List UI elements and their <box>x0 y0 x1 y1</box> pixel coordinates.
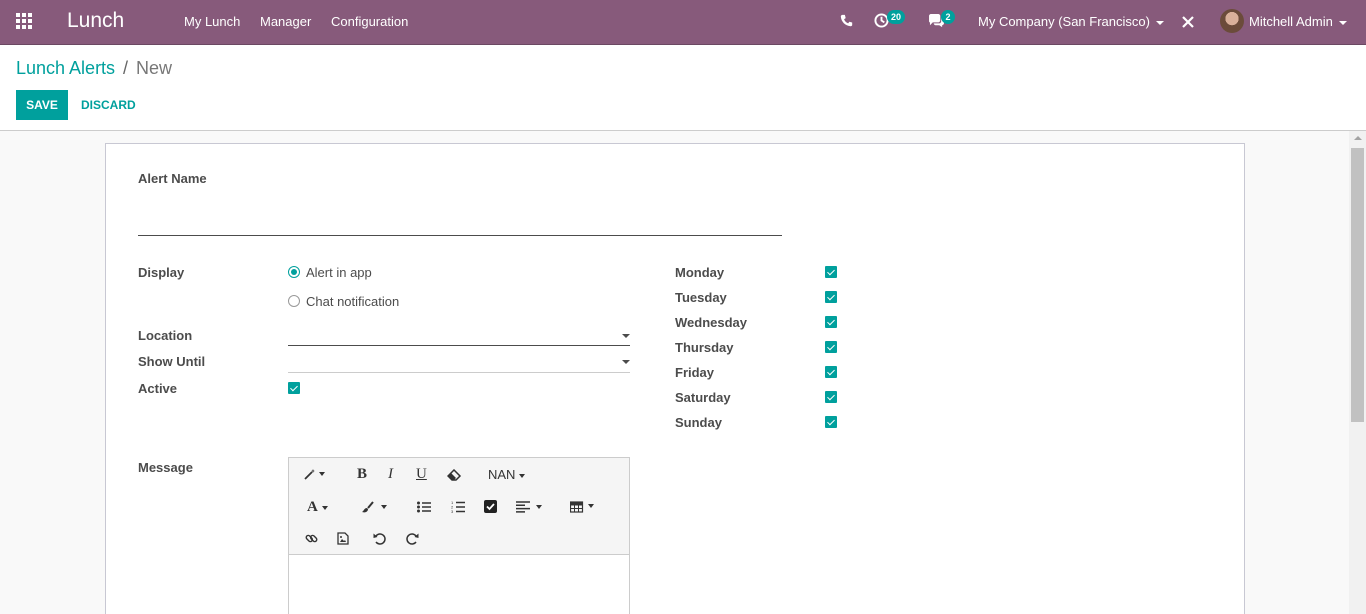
monday-checkbox[interactable] <box>825 266 837 278</box>
radio-alert-in-app[interactable] <box>288 266 300 278</box>
location-label: Location <box>138 328 193 343</box>
show-until-underline <box>288 372 630 373</box>
paint-brush-dropdown[interactable] <box>361 501 389 513</box>
day-label-tuesday: Tuesday <box>675 290 727 305</box>
chevron-down-icon[interactable] <box>622 360 630 364</box>
breadcrumb-current: New <box>136 58 173 78</box>
chevron-down-icon <box>321 505 328 510</box>
top-navbar: Lunch My Lunch Manager Configuration 20 … <box>0 0 1366 45</box>
day-label-sunday: Sunday <box>675 415 722 430</box>
radio-chat-notification-label[interactable]: Chat notification <box>306 294 399 309</box>
chevron-down-icon <box>1155 20 1164 25</box>
magic-wand-dropdown[interactable] <box>304 468 326 480</box>
menu-manager[interactable]: Manager <box>260 14 311 29</box>
avatar[interactable] <box>1220 9 1244 33</box>
breadcrumb-parent[interactable]: Lunch Alerts <box>16 58 115 79</box>
italic-button[interactable]: I <box>388 466 393 483</box>
debug-tools-icon[interactable] <box>1181 15 1195 32</box>
page-scrollbar[interactable] <box>1349 131 1366 614</box>
menu-my-lunch[interactable]: My Lunch <box>184 14 240 29</box>
bold-button[interactable]: B <box>357 466 367 483</box>
paragraph-align-dropdown[interactable] <box>516 501 546 513</box>
chevron-down-icon <box>519 473 526 478</box>
tuesday-checkbox[interactable] <box>825 291 837 303</box>
redo-icon[interactable] <box>406 532 419 545</box>
alert-name-input[interactable] <box>138 206 782 236</box>
day-label-friday: Friday <box>675 365 715 380</box>
sunday-checkbox[interactable] <box>825 416 837 428</box>
message-label: Message <box>138 460 193 475</box>
active-label: Active <box>138 381 178 396</box>
app-title[interactable]: Lunch <box>67 9 124 33</box>
image-icon[interactable] <box>337 532 349 545</box>
eraser-icon[interactable] <box>447 469 462 481</box>
control-panel: Lunch Alerts / New SAVE DISCARD <box>0 45 1366 131</box>
radio-alert-in-app-label[interactable]: Alert in app <box>306 265 372 280</box>
chevron-down-icon[interactable] <box>622 334 630 338</box>
unordered-list-icon[interactable] <box>417 501 431 513</box>
show-until-select[interactable] <box>288 354 630 372</box>
phone-icon[interactable] <box>840 14 853 30</box>
message-editable-area[interactable] <box>289 556 629 614</box>
messages-count-badge: 2 <box>941 10 955 24</box>
day-label-thursday: Thursday <box>675 340 734 355</box>
location-underline <box>288 345 630 346</box>
undo-icon[interactable] <box>373 532 386 545</box>
chevron-down-icon <box>1338 20 1347 25</box>
scrollbar-thumb[interactable] <box>1351 148 1364 422</box>
apps-menu-icon[interactable] <box>16 13 34 31</box>
day-label-wednesday: Wednesday <box>675 315 748 330</box>
form-sheet: Alert Name Display Alert in app Chat not… <box>105 143 1245 614</box>
wednesday-checkbox[interactable] <box>825 316 837 328</box>
alert-name-label: Alert Name <box>138 171 207 186</box>
table-dropdown[interactable] <box>570 500 598 513</box>
company-name: My Company (San Francisco) <box>978 14 1150 29</box>
message-editor: B I U NAN A 123 <box>288 457 630 614</box>
company-switcher[interactable]: My Company (San Francisco) <box>978 14 1164 29</box>
display-label: Display <box>138 265 185 280</box>
location-select[interactable] <box>288 328 630 346</box>
user-menu[interactable]: Mitchell Admin <box>1249 14 1347 29</box>
day-label-monday: Monday <box>675 265 725 280</box>
checklist-icon[interactable] <box>484 500 497 513</box>
radio-chat-notification[interactable] <box>288 295 300 307</box>
svg-text:3: 3 <box>451 509 454 513</box>
show-until-label: Show Until <box>138 354 206 369</box>
editor-toolbar: B I U NAN A 123 <box>289 458 629 555</box>
font-size-dropdown[interactable]: NAN <box>488 467 526 482</box>
font-size-value: NAN <box>488 467 516 482</box>
link-icon[interactable] <box>305 532 318 545</box>
breadcrumb-separator: / <box>123 58 129 78</box>
save-button[interactable]: SAVE <box>16 90 68 120</box>
friday-checkbox[interactable] <box>825 366 837 378</box>
thursday-checkbox[interactable] <box>825 341 837 353</box>
day-label-saturday: Saturday <box>675 390 731 405</box>
menu-configuration[interactable]: Configuration <box>331 14 408 29</box>
scroll-up-arrow-icon[interactable] <box>1354 136 1362 140</box>
saturday-checkbox[interactable] <box>825 391 837 403</box>
activity-count-badge: 20 <box>887 10 906 24</box>
underline-button[interactable]: U <box>416 466 427 483</box>
ordered-list-icon[interactable]: 123 <box>451 500 465 513</box>
user-name: Mitchell Admin <box>1249 14 1333 29</box>
discard-button[interactable]: DISCARD <box>81 90 136 120</box>
font-color-dropdown[interactable]: A <box>307 499 328 516</box>
active-checkbox[interactable] <box>288 382 300 394</box>
